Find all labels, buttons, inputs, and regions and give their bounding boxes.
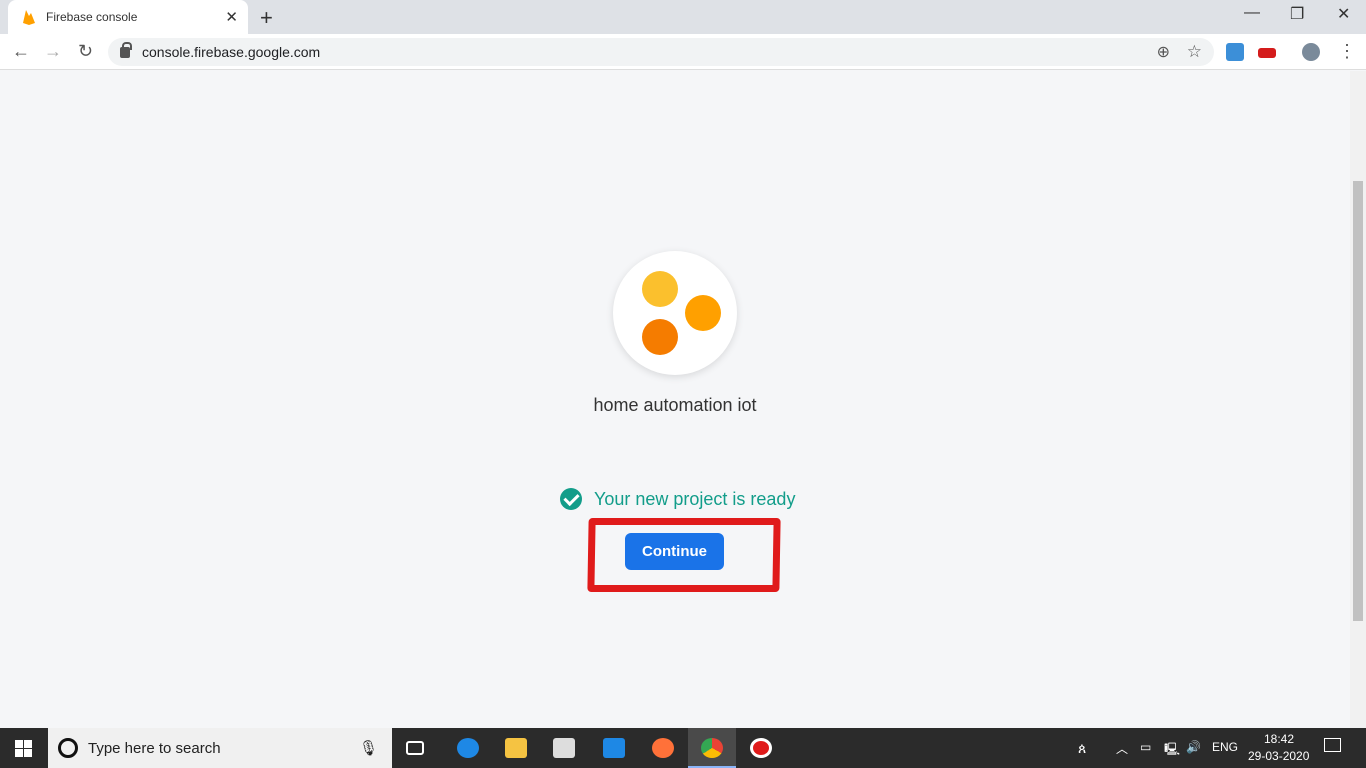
lock-icon	[120, 41, 132, 58]
status-text: Your new project is ready	[594, 488, 796, 509]
browser-toolbar: ← → ↻ console.firebase.google.com ⊕ ☆ ⋮	[0, 34, 1366, 70]
minimize-button[interactable]: —	[1244, 4, 1260, 22]
status-message: Your new project is ready	[560, 488, 795, 510]
windows-start-icon[interactable]	[15, 740, 32, 757]
mail-icon[interactable]	[603, 738, 625, 758]
clock-date[interactable]: 29-03-2020	[1248, 749, 1309, 763]
tab-strip: Firebase console ✕ + — ❐ ✕	[0, 0, 1366, 34]
language-indicator[interactable]: ENG	[1212, 740, 1238, 754]
clock-time[interactable]: 18:42	[1264, 732, 1294, 746]
scrollbar[interactable]	[1350, 71, 1366, 728]
extension-train-icon[interactable]	[1258, 48, 1276, 58]
tab-close-icon[interactable]: ✕	[225, 8, 238, 26]
url-text: console.firebase.google.com	[142, 44, 321, 60]
show-hidden-icons-chevron[interactable]: ︿	[1116, 740, 1128, 757]
tab-firebase-console[interactable]: Firebase console ✕	[8, 0, 248, 34]
logo-dot	[642, 271, 678, 307]
scrollbar-thumb[interactable]	[1353, 181, 1363, 621]
project-logo	[613, 251, 737, 375]
reload-button[interactable]: ↻	[78, 41, 93, 62]
extension-icon[interactable]	[1226, 43, 1244, 61]
forward-button[interactable]: →	[44, 41, 62, 62]
chrome-icon	[701, 738, 723, 758]
tab-title: Firebase console	[46, 10, 138, 24]
task-view-icon[interactable]	[406, 741, 424, 755]
firebase-icon	[23, 10, 35, 25]
recorder-icon[interactable]	[750, 738, 772, 758]
network-icon[interactable]: 🖳	[1164, 740, 1180, 761]
bookmark-star-icon[interactable]: ☆	[1187, 42, 1202, 62]
logo-dot	[642, 319, 678, 355]
search-placeholder: Type here to search	[88, 739, 221, 757]
taskbar: Type here to search 🎙 ጰ ︿ ▭ 🖳 🔊 ENG 18:4…	[0, 728, 1366, 768]
back-button[interactable]: ←	[12, 41, 30, 62]
check-circle-icon	[560, 488, 582, 510]
profile-avatar[interactable]	[1302, 43, 1320, 61]
zoom-icon[interactable]: ⊕	[1157, 42, 1170, 62]
battery-icon[interactable]: ▭	[1140, 740, 1151, 754]
edge-icon[interactable]	[457, 738, 479, 758]
people-icon[interactable]: ጰ	[1078, 740, 1086, 757]
address-bar[interactable]: console.firebase.google.com ⊕ ☆	[108, 38, 1214, 66]
store-icon[interactable]	[553, 738, 575, 758]
cortana-icon	[58, 738, 78, 758]
firefox-icon[interactable]	[652, 738, 674, 758]
action-center-icon[interactable]	[1324, 738, 1341, 752]
continue-button[interactable]: Continue	[625, 533, 724, 570]
microphone-icon[interactable]: 🎙	[359, 739, 378, 757]
logo-dot	[685, 295, 721, 331]
chrome-menu-icon[interactable]: ⋮	[1338, 41, 1356, 62]
taskbar-search[interactable]: Type here to search 🎙	[48, 728, 392, 768]
restore-button[interactable]: ❐	[1290, 4, 1304, 24]
project-name: home automation iot	[593, 395, 757, 415]
volume-icon[interactable]: 🔊	[1186, 740, 1201, 754]
chrome-taskbar-button[interactable]	[688, 728, 736, 768]
file-explorer-icon[interactable]	[505, 738, 527, 758]
window-close-button[interactable]: ✕	[1337, 4, 1350, 24]
new-tab-button[interactable]: +	[260, 5, 273, 31]
